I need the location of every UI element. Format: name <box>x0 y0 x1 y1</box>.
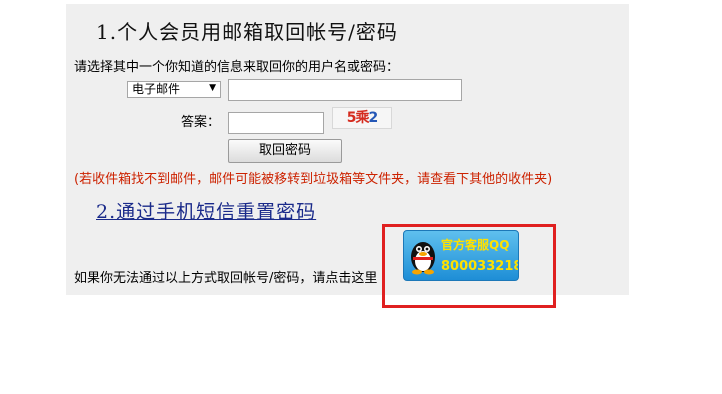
recovery-method-select[interactable]: 电子邮件 ▼ <box>127 81 221 98</box>
section1-title: 1.个人会员用邮箱取回帐号/密码 <box>96 20 398 44</box>
highlight-annotation <box>382 224 556 308</box>
spam-folder-note: (若收件箱找不到邮件，邮件可能被移转到垃圾箱等文件夹，请查看下其他的收件夹) <box>74 172 553 187</box>
dropdown-arrow-icon: ▼ <box>209 83 216 93</box>
recovery-method-value: 电子邮件 <box>132 82 181 96</box>
captcha-image[interactable]: 5乘2 <box>332 107 392 129</box>
answer-label: 答案： <box>181 115 221 130</box>
answer-input[interactable] <box>228 112 324 134</box>
email-input[interactable] <box>228 79 462 101</box>
contact-prompt-text: 如果你无法通过以上方式取回帐号/密码，请点击这里 <box>74 271 378 286</box>
retrieve-password-button[interactable]: 取回密码 <box>228 139 342 163</box>
sms-reset-link[interactable]: 2.通过手机短信重置密码 <box>96 197 316 224</box>
captcha-text-part1: 5乘 <box>346 110 370 126</box>
captcha-text-part2: 2 <box>368 110 379 126</box>
recovery-prompt: 请选择其中一个你知道的信息来取回你的用户名或密码： <box>74 60 400 75</box>
